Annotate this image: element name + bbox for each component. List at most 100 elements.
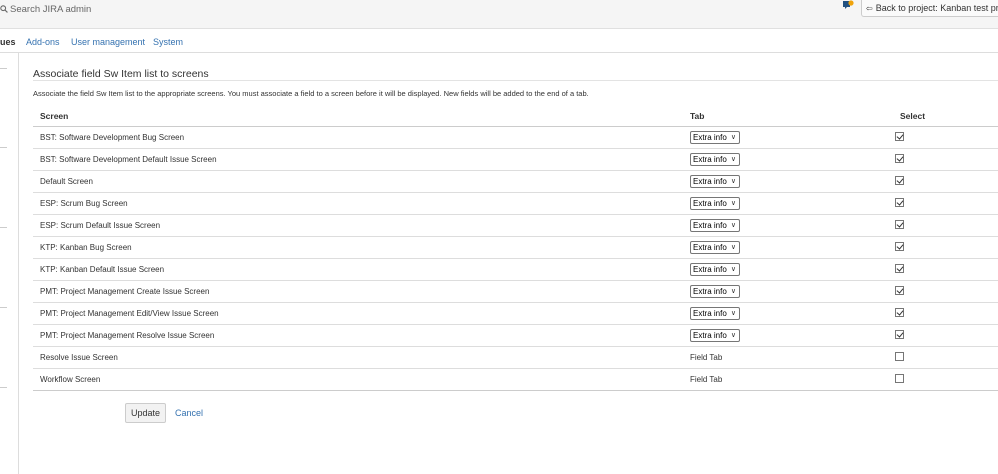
select-cell [893, 258, 998, 281]
screen-name: Workflow Screen [33, 368, 683, 391]
chevron-down-icon: ∨ [730, 178, 736, 185]
sidebar-divider [0, 387, 7, 388]
tab-system[interactable]: System [153, 37, 183, 47]
select-checkbox[interactable] [895, 219, 904, 229]
column-header-select: Select [893, 106, 998, 127]
select-cell [893, 280, 998, 303]
chevron-down-icon: ∨ [730, 288, 736, 295]
admin-sidebar [0, 53, 19, 474]
select-checkbox[interactable] [895, 175, 904, 185]
select-cell [893, 192, 998, 215]
update-button[interactable]: Update [125, 403, 166, 423]
tab-select-value: Extra info [693, 330, 727, 340]
screen-name: PMT: Project Management Edit/View Issue … [33, 302, 683, 325]
tab-cell: Extra info ∨ [683, 126, 893, 149]
sidebar-divider [0, 227, 7, 228]
tab-select[interactable]: Extra info ∨ [690, 130, 740, 144]
cancel-link[interactable]: Cancel [175, 408, 203, 418]
chevron-down-icon: ∨ [730, 310, 736, 317]
screen-name: PMT: Project Management Resolve Issue Sc… [33, 324, 683, 347]
tab-add-ons[interactable]: Add-ons [26, 37, 60, 47]
tab-user-management[interactable]: User management [71, 37, 145, 47]
select-checkbox[interactable] [895, 351, 904, 361]
table-row: Default Screen Extra info ∨ [33, 170, 998, 193]
chevron-down-icon: ∨ [730, 222, 736, 229]
tab-cell: Extra info ∨ [683, 258, 893, 281]
tab-select-value: Extra info [693, 242, 727, 252]
tab-cell: Extra info ∨ [683, 148, 893, 171]
page-description: Associate the field Sw Item list to the … [33, 89, 589, 98]
screen-name: KTP: Kanban Bug Screen [33, 236, 683, 259]
select-cell [893, 324, 998, 347]
tab-select[interactable]: Extra info ∨ [690, 174, 740, 188]
table-row: PMT: Project Management Edit/View Issue … [33, 302, 998, 325]
screen-name: BST: Software Development Bug Screen [33, 126, 683, 149]
back-to-project-button[interactable]: ⇦ Back to project: Kanban test pro [861, 0, 998, 17]
screen-name: Resolve Issue Screen [33, 346, 683, 369]
screen-name: ESP: Scrum Bug Screen [33, 192, 683, 215]
select-checkbox[interactable] [895, 373, 904, 383]
chevron-down-icon: ∨ [730, 200, 736, 207]
chevron-down-icon: ∨ [730, 266, 736, 273]
table-row: KTP: Kanban Default Issue Screen Extra in… [33, 258, 998, 281]
chevron-down-icon: ∨ [730, 156, 736, 163]
screen-name: ESP: Scrum Default Issue Screen [33, 214, 683, 237]
back-arrow-icon: ⇦ [866, 3, 873, 13]
select-checkbox[interactable] [895, 241, 904, 251]
sidebar-divider [0, 147, 7, 148]
tab-select-value: Extra info [693, 286, 727, 296]
search-icon [0, 5, 8, 13]
tab-select[interactable]: Extra info ∨ [690, 218, 740, 232]
select-checkbox[interactable] [895, 285, 904, 295]
tab-select[interactable]: Extra info ∨ [690, 328, 740, 342]
tab-select[interactable]: Extra info ∨ [690, 152, 740, 166]
tab-issues[interactable]: ues [0, 37, 16, 47]
screen-name: PMT: Project Management Create Issue Scr… [33, 280, 683, 303]
tab-select-value: Extra info [693, 176, 727, 186]
tab-cell: Extra info ∨ [683, 236, 893, 259]
back-to-project-label: Back to project: Kanban test pro [875, 3, 998, 13]
table-row: PMT: Project Management Resolve Issue Sc… [33, 324, 998, 347]
select-cell [893, 236, 998, 259]
column-header-tab: Tab [683, 106, 893, 127]
table-row: BST: Software Development Bug Screen Extr… [33, 126, 998, 149]
chevron-down-icon: ∨ [730, 332, 736, 339]
select-checkbox[interactable] [895, 307, 904, 317]
table-row: BST: Software Development Default Issue … [33, 148, 998, 171]
tab-cell: Field Tab [683, 368, 893, 391]
chevron-down-icon: ∨ [730, 244, 736, 251]
tab-name: Field Tab [690, 374, 723, 384]
sidebar-divider [0, 307, 7, 308]
select-checkbox[interactable] [895, 197, 904, 207]
column-header-screen: Screen [33, 106, 683, 127]
title-divider [33, 80, 998, 81]
select-cell [893, 346, 998, 369]
select-checkbox[interactable] [895, 329, 904, 339]
select-cell [893, 148, 998, 171]
tab-select-value: Extra info [693, 154, 727, 164]
tab-select[interactable]: Extra info ∨ [690, 196, 740, 210]
select-cell [893, 302, 998, 325]
table-row: Workflow Screen Field Tab [33, 368, 998, 391]
admin-search[interactable]: Search JIRA admin [0, 3, 91, 15]
tab-select[interactable]: Extra info ∨ [690, 306, 740, 320]
select-cell [893, 170, 998, 193]
table-row: ESP: Scrum Default Issue Screen Extra inf… [33, 214, 998, 237]
table-header-row: Screen Tab Select [33, 106, 998, 127]
notification-icon[interactable] [842, 0, 854, 12]
select-cell [893, 126, 998, 149]
tab-cell: Extra info ∨ [683, 302, 893, 325]
screen-name: KTP: Kanban Default Issue Screen [33, 258, 683, 281]
select-checkbox[interactable] [895, 263, 904, 273]
table-row: ESP: Scrum Bug Screen Extra info ∨ [33, 192, 998, 215]
select-checkbox[interactable] [895, 153, 904, 163]
admin-search-input[interactable]: Search JIRA admin [10, 4, 91, 15]
tab-cell: Extra info ∨ [683, 192, 893, 215]
screen-name: BST: Software Development Default Issue … [33, 148, 683, 171]
select-checkbox[interactable] [895, 131, 904, 141]
tab-cell: Field Tab [683, 346, 893, 369]
tab-select[interactable]: Extra info ∨ [690, 262, 740, 276]
tab-select[interactable]: Extra info ∨ [690, 284, 740, 298]
tab-select[interactable]: Extra info ∨ [690, 240, 740, 254]
page-title: Associate field Sw Item list to screens [33, 68, 209, 80]
